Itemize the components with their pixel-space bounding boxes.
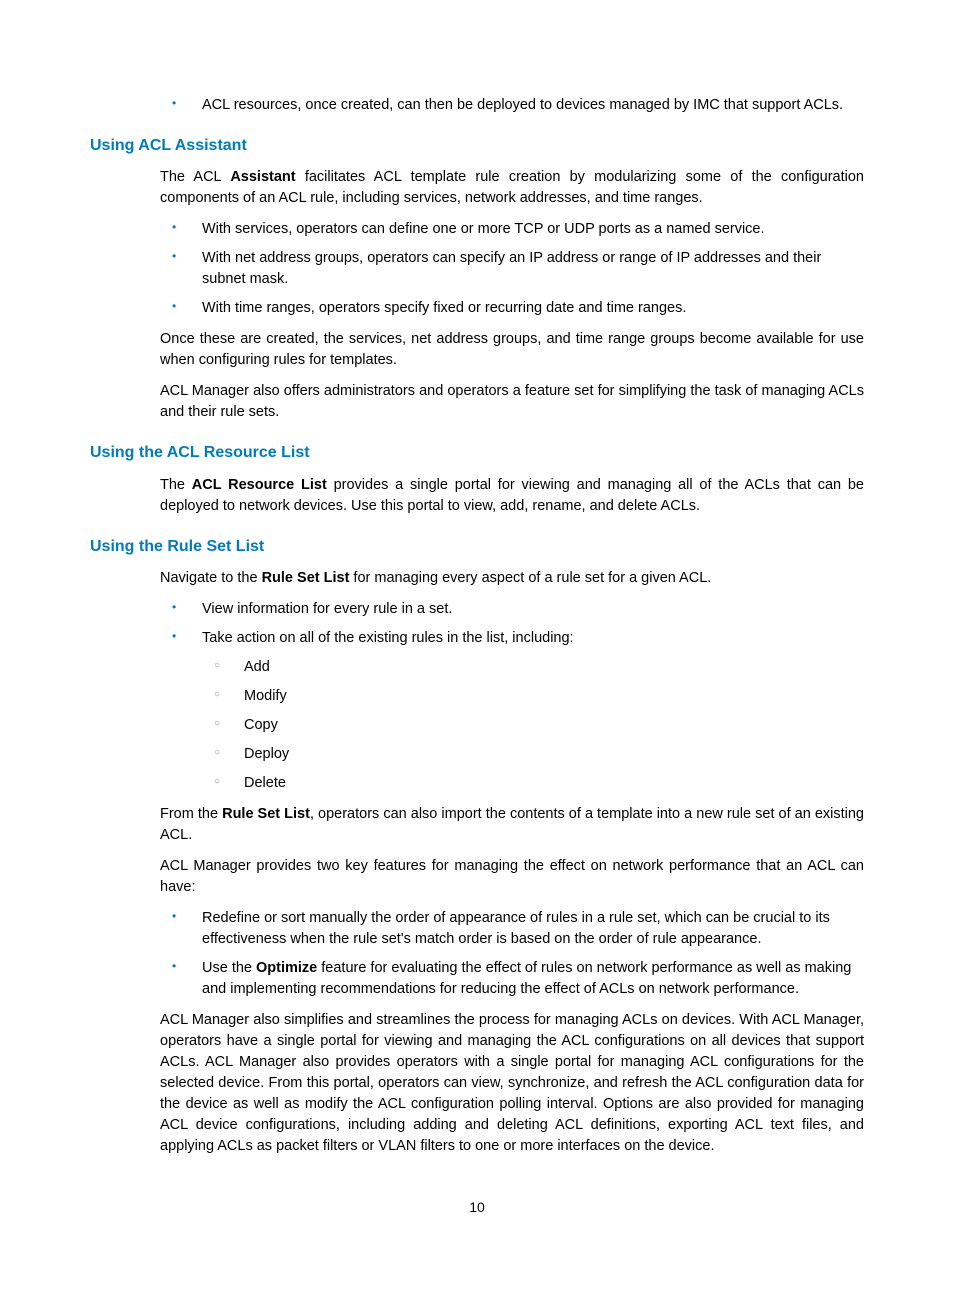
text: ACL resources, once created, can then be… — [202, 97, 843, 113]
text: Modify — [244, 688, 287, 704]
paragraph: From the Rule Set List, operators can al… — [160, 804, 864, 846]
sub-list: Add Modify Copy Deploy Delete — [202, 657, 864, 794]
paragraph: Navigate to the Rule Set List for managi… — [160, 568, 864, 589]
bullet-list: With services, operators can define one … — [160, 219, 864, 319]
list-item: With services, operators can define one … — [160, 219, 864, 240]
heading-using-acl-resource-list: Using the ACL Resource List — [90, 441, 864, 464]
text: for managing every aspect of a rule set … — [349, 570, 711, 586]
text: Delete — [244, 775, 286, 791]
text: Copy — [244, 717, 278, 733]
text: Add — [244, 659, 270, 675]
text: The — [160, 477, 192, 493]
list-item: Take action on all of the existing rules… — [160, 628, 864, 794]
list-item: Use the Optimize feature for evaluating … — [160, 958, 864, 1000]
list-item: Redefine or sort manually the order of a… — [160, 908, 864, 950]
paragraph: The ACL Assistant facilitates ACL templa… — [160, 167, 864, 209]
paragraph: ACL Manager provides two key features fo… — [160, 856, 864, 898]
bold-text: ACL Resource List — [192, 477, 327, 493]
text: Navigate to the — [160, 570, 262, 586]
text: Redefine or sort manually the order of a… — [202, 910, 830, 947]
list-item: Deploy — [202, 744, 864, 765]
paragraph: ACL Manager also simplifies and streamli… — [160, 1010, 864, 1157]
paragraph: The ACL Resource List provides a single … — [160, 475, 864, 517]
heading-using-rule-set-list: Using the Rule Set List — [90, 535, 864, 558]
text: The ACL — [160, 169, 230, 185]
section-body: The ACL Resource List provides a single … — [90, 475, 864, 517]
document-page: ACL resources, once created, can then be… — [0, 0, 954, 1277]
bold-text: Assistant — [230, 169, 295, 185]
list-item: With net address groups, operators can s… — [160, 248, 864, 290]
heading-using-acl-assistant: Using ACL Assistant — [90, 134, 864, 157]
bold-text: Rule Set List — [262, 570, 350, 586]
paragraph: ACL Manager also offers administrators a… — [160, 381, 864, 423]
text: With net address groups, operators can s… — [202, 250, 821, 287]
bold-text: Optimize — [256, 960, 317, 976]
list-item: Delete — [202, 773, 864, 794]
list-item: Copy — [202, 715, 864, 736]
intro-block: ACL resources, once created, can then be… — [90, 95, 864, 116]
text: From the — [160, 806, 222, 822]
intro-bullet-list: ACL resources, once created, can then be… — [160, 95, 864, 116]
list-item: Modify — [202, 686, 864, 707]
section-body: The ACL Assistant facilitates ACL templa… — [90, 167, 864, 423]
paragraph: Once these are created, the services, ne… — [160, 329, 864, 371]
text: With time ranges, operators specify fixe… — [202, 300, 686, 316]
section-body: Navigate to the Rule Set List for managi… — [90, 568, 864, 1157]
list-item: With time ranges, operators specify fixe… — [160, 298, 864, 319]
bullet-list: View information for every rule in a set… — [160, 599, 864, 794]
page-number: 10 — [90, 1197, 864, 1217]
bullet-list: Redefine or sort manually the order of a… — [160, 908, 864, 1000]
text: View information for every rule in a set… — [202, 601, 452, 617]
text: Take action on all of the existing rules… — [202, 630, 574, 646]
list-item: ACL resources, once created, can then be… — [160, 95, 864, 116]
bold-text: Rule Set List — [222, 806, 310, 822]
text: Use the — [202, 960, 256, 976]
list-item: Add — [202, 657, 864, 678]
text: Deploy — [244, 746, 289, 762]
text: With services, operators can define one … — [202, 221, 765, 237]
list-item: View information for every rule in a set… — [160, 599, 864, 620]
